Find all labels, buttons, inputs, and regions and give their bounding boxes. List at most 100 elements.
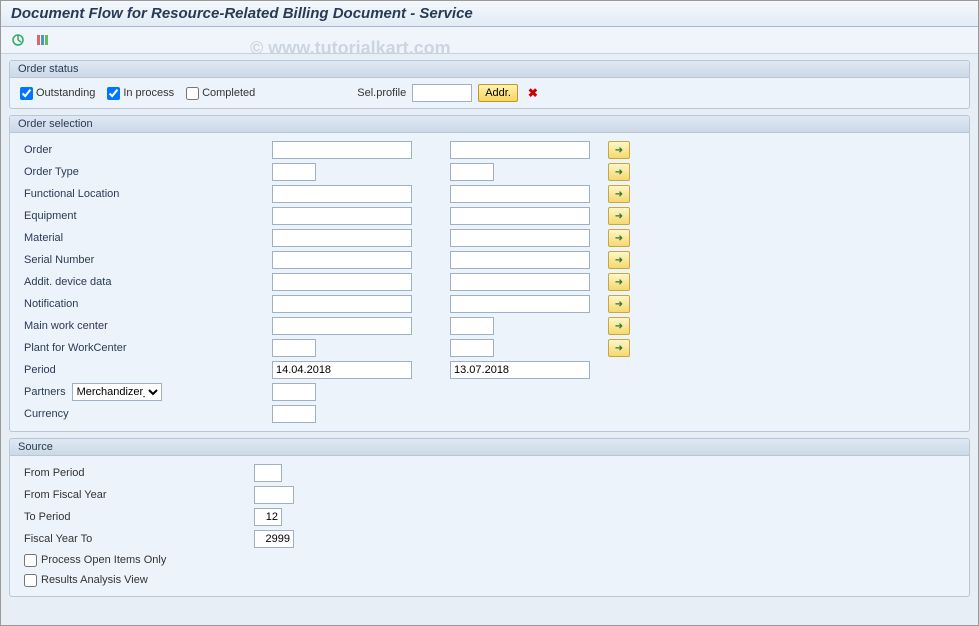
arrow-right-icon: ➜: [615, 189, 623, 200]
completed-label: Completed: [202, 87, 255, 99]
order-selection-group: Order selection Orderto➜Order Typeto➜Fun…: [9, 115, 970, 432]
selection-to-input[interactable]: [450, 141, 590, 159]
selection-row-label: Order Type: [24, 166, 154, 178]
multiple-selection-button[interactable]: ➜: [608, 185, 630, 203]
outstanding-checkbox[interactable]: Outstanding: [20, 87, 95, 100]
toolbar: [1, 27, 978, 54]
multiple-selection-button[interactable]: ➜: [608, 207, 630, 225]
arrow-right-icon: ➜: [615, 211, 623, 222]
fy-to-label: Fiscal Year To: [24, 533, 254, 545]
from-period-label: From Period: [24, 467, 254, 479]
selection-from-input[interactable]: [272, 185, 412, 203]
to-period-label: To Period: [24, 511, 254, 523]
selection-from-input[interactable]: [272, 163, 316, 181]
selection-to-input[interactable]: [450, 295, 590, 313]
from-fy-label: From Fiscal Year: [24, 489, 254, 501]
open-items-checkbox[interactable]: Process Open Items Only: [20, 550, 959, 570]
partners-select[interactable]: Merchandizer_: [72, 383, 162, 401]
inprocess-checkbox[interactable]: In process: [107, 87, 174, 100]
selection-row-label: Notification: [24, 298, 154, 310]
partners-row: Partners Merchandizer_: [20, 381, 959, 403]
multiple-selection-button[interactable]: ➜: [608, 339, 630, 357]
selection-row: Materialto➜: [20, 227, 959, 249]
currency-label: Currency: [24, 408, 154, 420]
completed-input[interactable]: [186, 87, 199, 100]
selection-to-input[interactable]: [450, 273, 590, 291]
arrow-right-icon: ➜: [615, 145, 623, 156]
selection-from-input[interactable]: [272, 317, 412, 335]
currency-row: Currency: [20, 403, 959, 425]
order-selection-header: Order selection: [10, 116, 969, 133]
selection-from-input[interactable]: [272, 273, 412, 291]
source-group: Source From Period From Fiscal Year To P…: [9, 438, 970, 597]
selection-to-input[interactable]: [450, 163, 494, 181]
page-title: Document Flow for Resource-Related Billi…: [1, 1, 978, 27]
multiple-selection-button[interactable]: ➜: [608, 251, 630, 269]
selection-to-input[interactable]: [450, 185, 590, 203]
selection-row: Addit. device datato➜: [20, 271, 959, 293]
selection-from-input[interactable]: [272, 229, 412, 247]
order-status-group: Order status Outstanding In process Comp…: [9, 60, 970, 109]
selection-row: Order Typeto➜: [20, 161, 959, 183]
currency-input[interactable]: [272, 405, 316, 423]
selection-row: Periodto: [20, 359, 959, 381]
to-period-input[interactable]: [254, 508, 282, 526]
arrow-right-icon: ➜: [615, 299, 623, 310]
arrow-right-icon: ➜: [615, 167, 623, 178]
selection-to-input[interactable]: [450, 251, 590, 269]
sel-profile-input[interactable]: [412, 84, 472, 102]
selection-row: Plant for WorkCenterto➜: [20, 337, 959, 359]
selection-to-input[interactable]: [450, 361, 590, 379]
selection-row-label: Functional Location: [24, 188, 154, 200]
selection-from-input[interactable]: [272, 339, 316, 357]
selection-row: Orderto➜: [20, 139, 959, 161]
arrow-right-icon: ➜: [615, 255, 623, 266]
partners-value-input[interactable]: [272, 383, 316, 401]
selection-row-label: Period: [24, 364, 154, 376]
selection-from-input[interactable]: [272, 207, 412, 225]
from-period-input[interactable]: [254, 464, 282, 482]
selection-row-label: Main work center: [24, 320, 154, 332]
order-status-header: Order status: [10, 61, 969, 78]
multiple-selection-button[interactable]: ➜: [608, 163, 630, 181]
selection-from-input[interactable]: [272, 251, 412, 269]
selection-row: Functional Locationto➜: [20, 183, 959, 205]
selection-row-label: Serial Number: [24, 254, 154, 266]
multiple-selection-button[interactable]: ➜: [608, 295, 630, 313]
arrow-right-icon: ➜: [615, 233, 623, 244]
selection-row-label: Order: [24, 144, 154, 156]
multiple-selection-button[interactable]: ➜: [608, 273, 630, 291]
completed-checkbox[interactable]: Completed: [186, 87, 255, 100]
selection-row: Main work centerto➜: [20, 315, 959, 337]
multiple-selection-button[interactable]: ➜: [608, 141, 630, 159]
inprocess-input[interactable]: [107, 87, 120, 100]
fy-to-input[interactable]: [254, 530, 294, 548]
selection-row-label: Addit. device data: [24, 276, 154, 288]
selection-to-input[interactable]: [450, 317, 494, 335]
selection-row-label: Material: [24, 232, 154, 244]
selection-row-label: Equipment: [24, 210, 154, 222]
results-view-checkbox[interactable]: Results Analysis View: [20, 570, 959, 590]
selection-row: Serial Numberto➜: [20, 249, 959, 271]
arrow-right-icon: ➜: [615, 277, 623, 288]
outstanding-label: Outstanding: [36, 87, 95, 99]
delete-icon[interactable]: ✖: [528, 86, 538, 100]
selection-to-input[interactable]: [450, 229, 590, 247]
multiple-selection-button[interactable]: ➜: [608, 317, 630, 335]
from-fy-input[interactable]: [254, 486, 294, 504]
execute-icon[interactable]: [9, 31, 27, 49]
arrow-right-icon: ➜: [615, 321, 623, 332]
selection-from-input[interactable]: [272, 295, 412, 313]
selection-from-input[interactable]: [272, 141, 412, 159]
addr-button[interactable]: Addr.: [478, 84, 518, 102]
selection-row: Equipmentto➜: [20, 205, 959, 227]
variant-icon[interactable]: [33, 31, 51, 49]
outstanding-input[interactable]: [20, 87, 33, 100]
selection-from-input[interactable]: [272, 361, 412, 379]
multiple-selection-button[interactable]: ➜: [608, 229, 630, 247]
selection-row: Notificationto➜: [20, 293, 959, 315]
source-header: Source: [10, 439, 969, 456]
selection-row-label: Plant for WorkCenter: [24, 342, 154, 354]
selection-to-input[interactable]: [450, 207, 590, 225]
selection-to-input[interactable]: [450, 339, 494, 357]
